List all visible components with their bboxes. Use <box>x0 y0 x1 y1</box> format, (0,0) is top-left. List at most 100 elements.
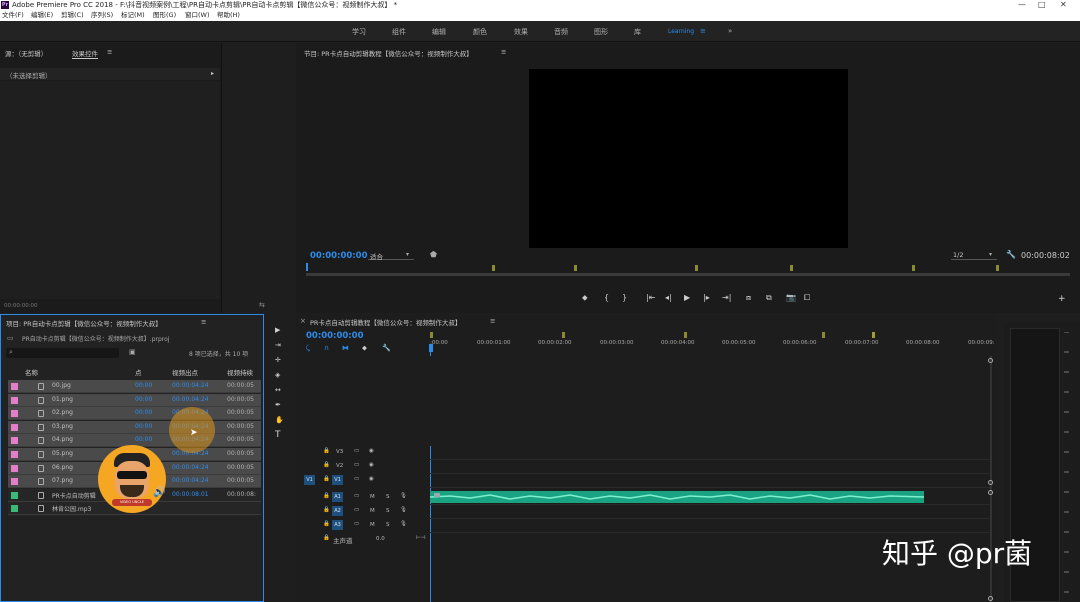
timeline-timecode[interactable]: 00:00:00:00 <box>306 331 364 341</box>
master-end-icon[interactable]: ⊢⊣ <box>416 535 426 541</box>
menu-help[interactable]: 帮助(H) <box>217 10 240 21</box>
mic-icon[interactable]: 🎙 <box>400 493 407 499</box>
mute-button[interactable]: M <box>370 508 375 514</box>
menu-graphics[interactable]: 图形(G) <box>153 10 176 21</box>
timeline-settings-wrench-icon[interactable]: 🔧 <box>382 344 391 352</box>
snap-magnet-icon[interactable]: ∩ <box>324 344 329 352</box>
label-color-swatch[interactable] <box>11 423 18 431</box>
workspace-menu-icon[interactable]: ≡ <box>700 27 706 35</box>
label-color-swatch[interactable] <box>11 410 18 418</box>
nest-icon[interactable]: ⤹ <box>306 344 310 353</box>
selection-tool-icon[interactable]: ▶ <box>275 326 280 335</box>
mini-playhead[interactable] <box>306 263 308 271</box>
slip-tool-icon[interactable]: ↔ <box>275 386 281 395</box>
panel-menu-icon[interactable]: ≡ <box>107 48 112 56</box>
marker[interactable] <box>695 265 698 271</box>
play-triangle-icon[interactable]: ▸ <box>211 70 214 77</box>
marker[interactable] <box>996 265 999 271</box>
camera-icon[interactable]: 📷 <box>786 293 796 302</box>
workspace-tab-learn[interactable]: 学习 <box>352 27 366 37</box>
marker[interactable] <box>684 332 687 338</box>
lock-icon[interactable]: 🔒 <box>323 535 330 541</box>
mic-icon[interactable]: 🎙 <box>400 507 407 513</box>
item-in[interactable]: 00:00 <box>135 396 152 403</box>
menu-marker[interactable]: 标记(M) <box>121 10 145 21</box>
minimize-button[interactable]: — <box>1018 0 1026 10</box>
lock-icon[interactable]: 🔒 <box>323 462 330 468</box>
sync-lock-icon[interactable]: ▭ <box>354 493 359 499</box>
label-color-swatch[interactable] <box>11 396 18 404</box>
marker[interactable] <box>492 265 495 271</box>
marker[interactable] <box>790 265 793 271</box>
solo-button[interactable]: S <box>386 494 390 500</box>
track-label[interactable]: V1 <box>332 475 343 485</box>
item-out[interactable]: 00:00:08:01 <box>172 491 209 498</box>
mute-button[interactable]: M <box>370 494 375 500</box>
item-in[interactable]: 00:00 <box>135 436 152 443</box>
track-label[interactable]: A2 <box>332 506 343 516</box>
workspace-tab-color[interactable]: 颜色 <box>473 27 487 37</box>
label-color-swatch[interactable] <box>11 491 18 499</box>
lock-icon[interactable]: 🔒 <box>323 493 330 499</box>
compare-icon[interactable]: ⧠ <box>804 293 810 303</box>
new-bin-icon[interactable]: ▣ <box>129 348 136 356</box>
time-ruler[interactable]: :00:00 00:00:01:00 00:00:02:00 00:00:03:… <box>430 332 995 354</box>
menu-window[interactable]: 窗口(W) <box>185 10 210 21</box>
workspace-tab-effects[interactable]: 效果 <box>514 27 528 37</box>
workspace-overflow-button[interactable]: » <box>728 27 732 35</box>
extract-icon[interactable]: ⧉ <box>766 293 772 303</box>
marker[interactable] <box>912 265 915 271</box>
item-in[interactable]: 00:00 <box>135 409 152 416</box>
sync-lock-icon[interactable]: ▭ <box>354 476 359 482</box>
close-button[interactable]: ✕ <box>1060 0 1067 10</box>
type-tool-icon[interactable]: T <box>275 431 281 440</box>
master-volume[interactable]: 0.0 <box>376 536 385 542</box>
linked-selection-icon[interactable]: ⧓ <box>342 344 349 352</box>
item-out[interactable]: 00:00:04:24 <box>172 382 209 389</box>
workspace-tab-assembly[interactable]: 组件 <box>392 27 406 37</box>
lock-icon[interactable]: 🔒 <box>323 476 330 482</box>
scroll-handle[interactable] <box>988 480 993 485</box>
col-video-out[interactable]: 视频出点 <box>172 367 198 377</box>
label-color-swatch[interactable] <box>11 437 18 445</box>
track-label[interactable]: A1 <box>332 492 343 502</box>
lock-icon[interactable]: 🔒 <box>323 521 330 527</box>
timeline-tab[interactable]: PR卡点自动剪辑教程【微信公众号：视频制作大叔】 <box>310 317 461 327</box>
program-menu-icon[interactable]: ≡ <box>501 48 506 56</box>
resolution-dropdown[interactable]: 1/2 ▾ <box>951 250 997 260</box>
item-in[interactable]: 00:00 <box>135 382 152 389</box>
playhead-handle[interactable] <box>429 344 433 352</box>
razor-tool-icon[interactable]: ◈ <box>275 371 280 380</box>
mic-icon[interactable]: 🎙 <box>400 521 407 527</box>
maximize-button[interactable]: □ <box>1038 0 1046 10</box>
lock-icon[interactable]: 🔒 <box>323 448 330 454</box>
menu-clip[interactable]: 剪辑(C) <box>61 10 84 21</box>
fit-dropdown[interactable]: 适合 ▾ <box>368 250 414 261</box>
go-to-in-icon[interactable]: |⇤ <box>646 293 655 302</box>
sync-lock-icon[interactable]: ▭ <box>354 462 359 468</box>
workspace-tab-libraries[interactable]: 库 <box>634 27 641 37</box>
item-in[interactable]: 00:00 <box>135 423 152 430</box>
filter-icon[interactable]: ⇆ <box>259 301 265 309</box>
track-label[interactable]: A3 <box>332 520 343 530</box>
hand-tool-icon[interactable]: ✋ <box>275 416 284 425</box>
settings-shield-icon[interactable]: ⬟ <box>430 250 437 259</box>
scroll-handle[interactable] <box>988 490 993 495</box>
audio-clip[interactable] <box>430 491 924 503</box>
tab-effect-controls[interactable]: 效果控件 <box>72 48 98 59</box>
mute-button[interactable]: M <box>370 522 375 528</box>
workspace-tab-learning[interactable]: Learning <box>668 28 694 35</box>
marker[interactable] <box>872 332 875 338</box>
label-color-swatch[interactable] <box>11 451 18 458</box>
workspace-tab-editing[interactable]: 编辑 <box>432 27 446 37</box>
add-button-icon[interactable]: + <box>1058 294 1066 304</box>
list-item[interactable]: 00.jpg 00:00 00:00:04:24 00:00:05 <box>8 380 261 393</box>
list-item[interactable]: 01.png 00:00 00:00:04:24 00:00:05 <box>8 393 261 407</box>
workspace-tab-graphics[interactable]: 图形 <box>594 27 608 37</box>
menu-file[interactable]: 文件(F) <box>2 10 24 21</box>
menu-edit[interactable]: 编辑(E) <box>31 10 53 21</box>
program-playhead-timecode[interactable]: 00:00:00:00 <box>310 251 368 261</box>
item-out[interactable]: 00:00:04:24 <box>172 477 209 484</box>
wrench-icon[interactable]: 🔧 <box>1006 250 1016 259</box>
project-menu-icon[interactable]: ≡ <box>201 318 206 326</box>
